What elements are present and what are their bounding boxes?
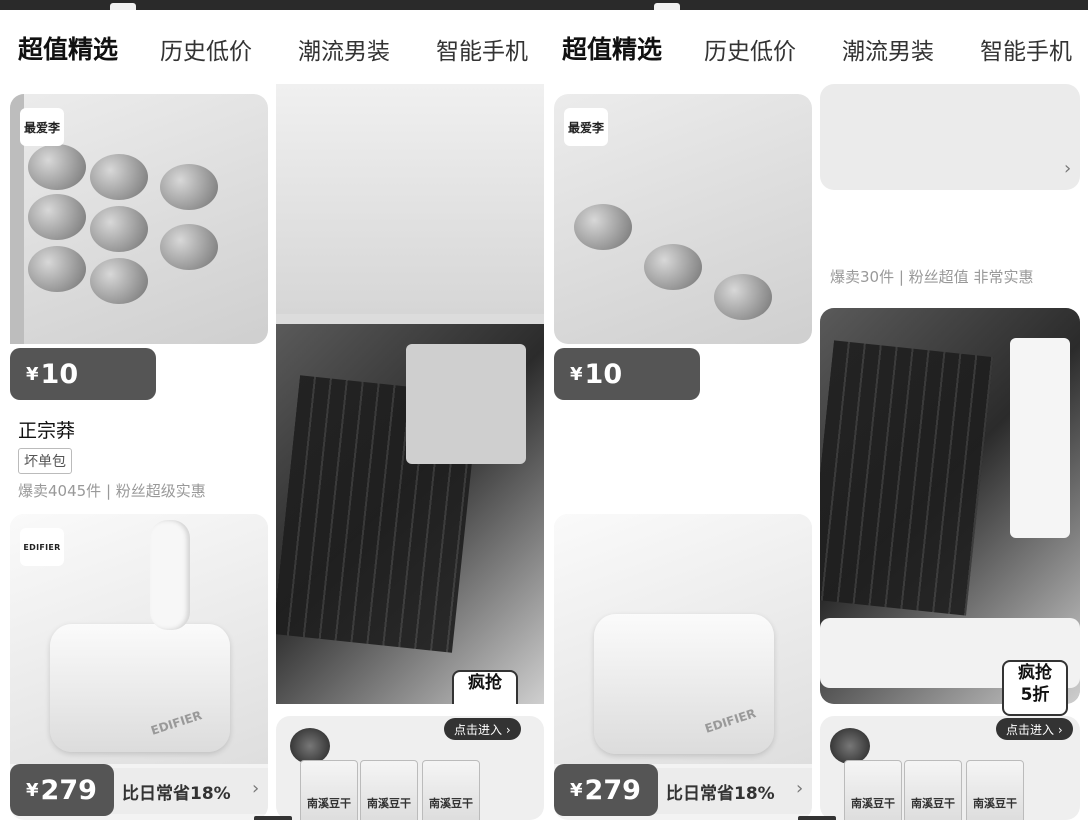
phone-screen — [1010, 338, 1070, 538]
left-pane: 超值精选 历史低价 潮流男装 智能手机 最爱李 ¥ 10 正宗莽 坏单包 爆卖4… — [0, 10, 544, 820]
product-card-mango[interactable]: 最爱李 ¥ 10 正宗莽 坏单包 爆卖4045件 | 粉丝超级实惠 — [10, 94, 268, 504]
earbud-left — [150, 520, 190, 630]
currency-symbol: ¥ — [26, 779, 39, 801]
tab-historic-low[interactable]: 历史低价 — [160, 32, 252, 66]
product-card-desk[interactable]: 疯抢 — [276, 84, 544, 704]
chevron-right-icon[interactable]: › — [796, 778, 803, 799]
mango — [28, 144, 86, 190]
mango — [160, 224, 218, 270]
brand-logo: 最爱李 — [564, 108, 608, 146]
savings-strip: 比日常省18% — [652, 768, 812, 814]
tab-smartphones[interactable]: 智能手机 — [980, 32, 1072, 66]
currency-symbol: ¥ — [570, 779, 583, 801]
product-card-snack[interactable]: 点击进入 › 南溪豆干 南溪豆干 南溪豆干 — [820, 716, 1080, 820]
mango — [574, 204, 632, 250]
mango — [90, 258, 148, 304]
product-image: EDIFIER EDIFIER — [10, 514, 268, 764]
price-pill: ¥ 10 — [554, 348, 700, 400]
product-image — [276, 84, 544, 314]
savings-strip: 比日常省18% — [108, 768, 268, 814]
mango — [160, 164, 218, 210]
snack-pack: 南溪豆干 — [360, 760, 418, 820]
mascot-icon — [290, 728, 330, 764]
scroll-indicator — [798, 816, 836, 820]
sales-subtitle: 爆卖4045件 | 粉丝超级实惠 — [18, 482, 206, 500]
snack-pack: 南溪豆干 — [422, 760, 480, 820]
promo-badge-line1: 疯抢 — [468, 673, 502, 693]
brand-logo: EDIFIER — [20, 528, 64, 566]
currency-symbol: ¥ — [570, 363, 583, 385]
product-card-snack[interactable]: 点击进入 › 南溪豆干 南溪豆干 南溪豆干 — [276, 716, 544, 820]
product-image: 最爱李 — [554, 94, 812, 344]
snack-pack: 南溪豆干 — [904, 760, 962, 820]
snack-pack: 南溪豆干 — [844, 760, 902, 820]
promo-badge-line1: 疯抢 — [1018, 663, 1052, 683]
enter-button[interactable]: 点击进入 › — [444, 718, 521, 740]
mango — [90, 206, 148, 252]
monitor — [406, 344, 526, 464]
mango — [90, 154, 148, 200]
tab-historic-low[interactable]: 历史低价 — [704, 32, 796, 66]
chevron-right-icon[interactable]: › — [252, 778, 259, 799]
status-strip — [0, 0, 1088, 10]
mango — [644, 244, 702, 290]
tab-value-picks[interactable]: 超值精选 — [562, 30, 662, 66]
product-card-earbuds[interactable]: EDIFIER EDIFIER 比日常省18% › ¥ 279 — [10, 514, 268, 820]
price-pill: ¥ 279 — [554, 764, 658, 816]
earbud-case — [50, 624, 230, 752]
product-card-phone-accessory[interactable]: › — [820, 84, 1080, 190]
promo-badge: 疯抢 — [452, 670, 518, 704]
mango — [28, 194, 86, 240]
sales-subtitle: 爆卖30件 | 粉丝超值 非常实惠 — [830, 268, 1034, 286]
product-image: 最爱李 — [10, 94, 268, 344]
price-value: 10 — [40, 358, 79, 390]
mascot-icon — [830, 728, 870, 764]
enter-button[interactable]: 点击进入 › — [996, 718, 1073, 740]
status-indicator — [110, 3, 136, 10]
keyboard — [820, 340, 994, 616]
price-pill: ¥ 279 — [10, 764, 114, 816]
brand-logo: 最爱李 — [20, 108, 64, 146]
right-pane: 超值精选 历史低价 潮流男装 智能手机 最爱李 ¥ 10 EDIFIER 比日常… — [544, 10, 1088, 820]
mango — [28, 246, 86, 292]
desk-photo — [276, 324, 544, 704]
tab-smartphones[interactable]: 智能手机 — [436, 32, 528, 66]
status-indicator — [654, 3, 680, 10]
product-card-desk[interactable] — [820, 308, 1080, 704]
tab-value-picks[interactable]: 超值精选 — [18, 30, 118, 66]
category-tabs: 超值精选 历史低价 潮流男装 智能手机 — [544, 24, 1088, 72]
price-value: 279 — [40, 774, 97, 806]
scroll-indicator — [254, 816, 292, 820]
promo-tag: 坏单包 — [18, 448, 72, 474]
promo-badge: 疯抢 5折 — [1002, 660, 1068, 716]
mango — [714, 274, 772, 320]
earbud-case — [594, 614, 774, 754]
promo-badge-line2: 5折 — [1020, 685, 1050, 705]
tab-trend-menswear[interactable]: 潮流男装 — [298, 32, 390, 66]
category-tabs: 超值精选 历史低价 潮流男装 智能手机 — [0, 24, 544, 72]
snack-pack: 南溪豆干 — [300, 760, 358, 820]
product-card-earbuds[interactable]: EDIFIER 比日常省18% › ¥ 279 — [554, 514, 812, 820]
tab-trend-menswear[interactable]: 潮流男装 — [842, 32, 934, 66]
chevron-right-icon[interactable]: › — [1064, 158, 1071, 179]
price-value: 279 — [584, 774, 641, 806]
price-pill: ¥ 10 — [10, 348, 156, 400]
product-card-mango[interactable]: 最爱李 ¥ 10 — [554, 94, 812, 504]
product-title: 正宗莽 — [18, 420, 76, 442]
price-value: 10 — [584, 358, 623, 390]
product-image: EDIFIER — [554, 514, 812, 764]
snack-pack: 南溪豆干 — [966, 760, 1024, 820]
currency-symbol: ¥ — [26, 363, 39, 385]
